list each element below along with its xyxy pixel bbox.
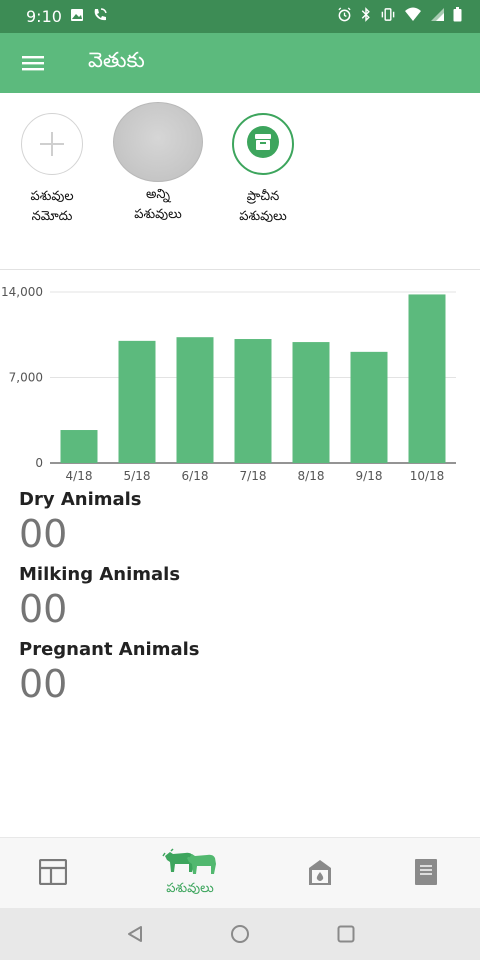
x-tick-label: 10/18 [410, 469, 445, 483]
register-animal-shortcut[interactable]: పశువుల నమోదు [0, 113, 107, 227]
status-left: 9:10 [26, 7, 108, 27]
stat-label: Milking Animals [19, 564, 181, 585]
y-tick-label: 7,000 [9, 371, 43, 385]
x-tick-label: 5/18 [124, 469, 151, 483]
divider [0, 269, 480, 270]
dashboard-icon [38, 858, 68, 889]
x-tick-label: 6/18 [182, 469, 209, 483]
nav-dairy[interactable] [294, 838, 346, 909]
wifi-call-icon [92, 7, 108, 27]
battery-icon [453, 7, 462, 26]
dairy-shed-icon [307, 858, 333, 890]
chart-bar [60, 430, 98, 463]
image-icon [70, 7, 84, 26]
status-bar: 9:10 [0, 0, 480, 33]
archive-icon-circle[interactable] [232, 113, 294, 175]
signal-icon [430, 7, 445, 26]
stat-dry: Dry Animals 00 [19, 488, 200, 556]
stat-label: Pregnant Animals [19, 639, 200, 660]
back-icon[interactable] [123, 922, 147, 946]
stats-section: Dry Animals 00 Milking Animals 00 Pregna… [19, 488, 200, 713]
stat-label: Dry Animals [19, 489, 142, 510]
cattle-icon [161, 848, 219, 880]
bluetooth-icon [360, 7, 372, 26]
stat-value: 00 [19, 512, 68, 556]
chart-bar [176, 337, 214, 463]
system-nav-bar [0, 908, 480, 960]
notebook-icon [414, 858, 438, 890]
hamburger-menu-icon[interactable] [0, 33, 66, 93]
nav-records[interactable] [400, 838, 452, 909]
plus-icon[interactable] [21, 113, 83, 175]
app-bar: వెతుకు [0, 33, 480, 93]
archive-icon [246, 125, 280, 163]
monthly-bar-chart: 0 7,000 14,000 4/18 5/18 6/18 7/18 8/18 9/18 10/1… [1, 285, 456, 483]
recents-icon[interactable] [334, 922, 358, 946]
x-tick-label: 7/18 [240, 469, 267, 483]
chart-bar [350, 351, 388, 463]
alarm-icon [337, 7, 352, 26]
shortcut-row: పశువుల నమోదు అన్ని పశువులు ప్రాచీన పశువులు [0, 102, 480, 243]
stat-value: 00 [19, 662, 68, 706]
nav-animals[interactable]: పశువులు [140, 838, 240, 909]
chart-bar [292, 342, 330, 463]
all-animals-avatar[interactable] [113, 102, 203, 182]
chart-bar [118, 340, 156, 463]
nav-animals-label: పశువులు [166, 881, 214, 896]
x-tick-label: 4/18 [66, 469, 93, 483]
chart-bar [408, 294, 446, 463]
stat-milking: Milking Animals 00 [19, 563, 200, 631]
page-title: వెతుకు [88, 48, 145, 72]
all-animals-label: అన్ని పశువులు [134, 187, 182, 222]
wifi-icon [404, 7, 422, 26]
register-animal-label: పశువుల నమోదు [30, 189, 74, 224]
nav-dashboard[interactable] [25, 838, 81, 909]
status-right [337, 7, 462, 26]
all-animals-shortcut[interactable]: అన్ని పశువులు [103, 102, 213, 225]
x-tick-label: 9/18 [356, 469, 383, 483]
archived-animals-label: ప్రాచీన పశువులు [239, 189, 287, 224]
chart-bar [234, 339, 272, 463]
clock: 9:10 [26, 7, 62, 26]
stat-value: 00 [19, 587, 68, 631]
archived-animals-shortcut[interactable]: ప్రాచీన పశువులు [208, 113, 318, 227]
home-icon[interactable] [228, 922, 252, 946]
x-tick-label: 8/18 [298, 469, 325, 483]
bottom-nav: పశువులు [0, 837, 480, 909]
y-tick-label: 0 [35, 456, 43, 470]
vibrate-icon [380, 7, 396, 26]
stat-pregnant: Pregnant Animals 00 [19, 638, 200, 706]
y-tick-label: 14,000 [1, 285, 43, 299]
